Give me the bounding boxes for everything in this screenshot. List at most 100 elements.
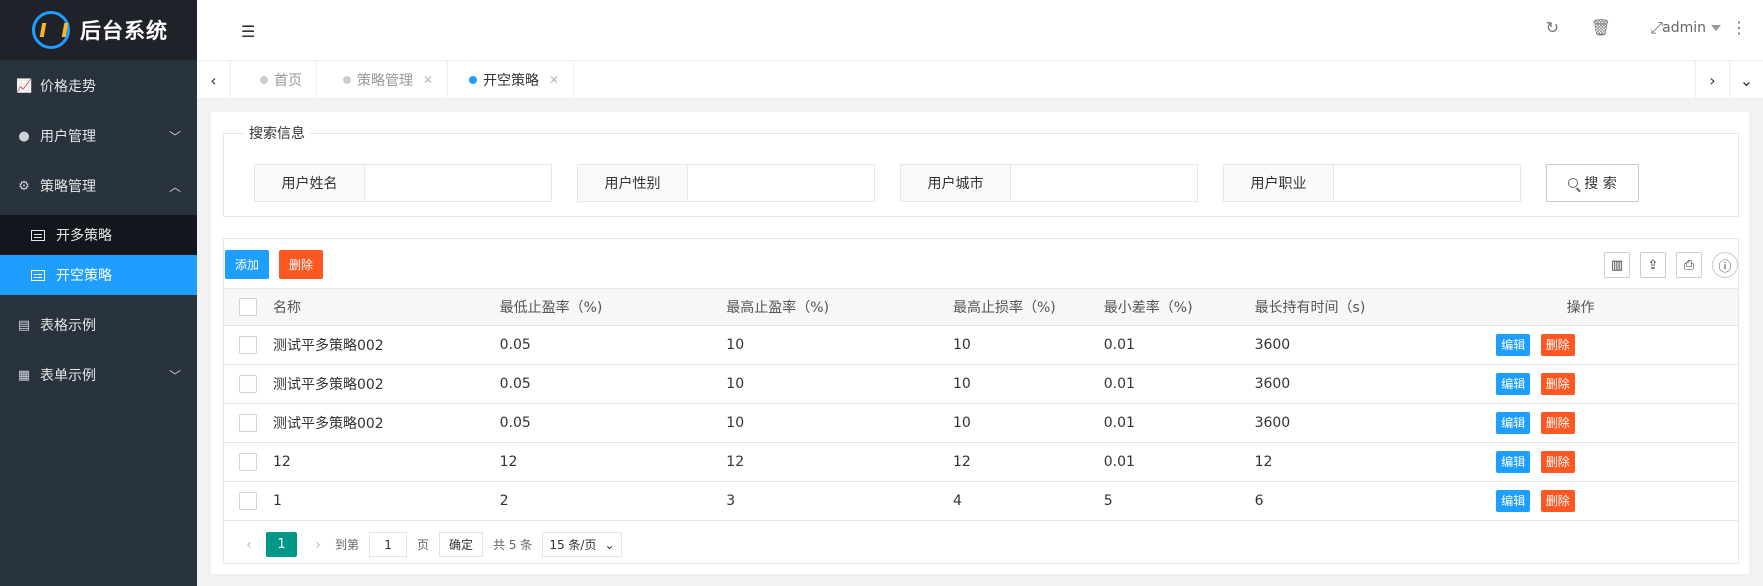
city-input[interactable]: [1011, 165, 1197, 201]
chevron-down-icon: ﹀: [168, 368, 181, 383]
row-delete-button[interactable]: 删除: [1540, 333, 1575, 356]
tab-scroll-right-icon[interactable]: ›: [1695, 61, 1729, 99]
columns-icon[interactable]: ▥: [1604, 252, 1630, 278]
search-icon: [1568, 178, 1579, 188]
close-icon[interactable]: ✕: [549, 73, 559, 87]
tab-strategy[interactable]: 策略管理 ✕: [329, 61, 449, 99]
cell: 3600: [1254, 325, 1482, 365]
sidebar-item-users[interactable]: ● 用户管理 ﹀: [0, 111, 197, 161]
dot-icon: [343, 76, 351, 84]
cell: 10: [952, 325, 1104, 365]
cell: 12: [1254, 442, 1482, 482]
field-label: 用户姓名: [255, 165, 365, 201]
cell: 0.01: [1103, 325, 1255, 365]
fullscreen-icon[interactable]: ⤢: [1650, 18, 1663, 38]
sidebar-item-label: 表格示例: [40, 318, 96, 334]
tab-dropdown-icon[interactable]: ⌄: [1729, 61, 1763, 99]
page-size-value: 15 条/页: [549, 538, 597, 552]
cell: 12: [952, 442, 1104, 482]
row-checkbox[interactable]: [239, 413, 257, 432]
row-delete-button[interactable]: 删除: [1540, 450, 1575, 473]
prev-page-icon[interactable]: ‹: [238, 537, 260, 553]
tab-short-strategy[interactable]: 开空策略 ✕: [455, 61, 575, 99]
table-row: 测试平多策略002 0.05 10 10 0.01 3600 编辑 删除: [224, 364, 1738, 404]
row-checkbox[interactable]: [239, 452, 257, 471]
trash-icon[interactable]: 🗑: [1591, 18, 1611, 37]
edit-button[interactable]: 编辑: [1496, 372, 1531, 395]
sidebar-item-form-example[interactable]: ▦ 表单示例 ﹀: [0, 350, 197, 400]
gender-field: 用户性别: [577, 164, 875, 202]
current-page[interactable]: 1: [266, 532, 297, 557]
sidebar-item-short-strategy[interactable]: 开空策略: [0, 255, 197, 295]
row-delete-button[interactable]: 删除: [1540, 372, 1575, 395]
sidebar-item-label: 开多策略: [56, 228, 112, 244]
column-header: 操作: [1481, 289, 1738, 326]
info-icon[interactable]: ⓘ: [1712, 252, 1738, 278]
sidebar-item-strategy[interactable]: ⚙ 策略管理 ︿: [0, 161, 197, 211]
job-input[interactable]: [1334, 165, 1520, 201]
goto-confirm-button[interactable]: 确定: [439, 532, 484, 557]
tab-home[interactable]: 首页: [246, 61, 317, 99]
chevron-down-icon: ⌄: [604, 537, 615, 552]
sidebar-item-price[interactable]: 📈 价格走势: [0, 61, 197, 111]
caret-down-icon: [1711, 25, 1721, 31]
row-delete-button[interactable]: 删除: [1540, 489, 1575, 512]
logo[interactable]: 后台系统: [0, 0, 197, 60]
goto-page-input[interactable]: 1: [369, 532, 408, 557]
search-legend: 搜索信息: [249, 126, 305, 142]
user-menu[interactable]: admin: [1662, 20, 1721, 36]
row-delete-button[interactable]: 删除: [1540, 411, 1575, 434]
cell: 10: [726, 325, 953, 365]
name-input[interactable]: [365, 165, 551, 201]
sidebar: 后台系统 📈 价格走势 ● 用户管理 ﹀ ⚙ 策略管理 ︿ 开多策略 开空策略 …: [0, 0, 197, 586]
cell: 0.01: [1103, 364, 1255, 404]
row-checkbox[interactable]: [239, 374, 257, 393]
chart-icon: 📈: [16, 78, 33, 94]
column-header: 最高止损率（%): [952, 289, 1104, 326]
cell: 1: [272, 481, 500, 521]
search-button[interactable]: 搜 索: [1546, 164, 1639, 202]
tab-scroll-left-icon[interactable]: ‹: [197, 61, 231, 99]
cell: 10: [726, 403, 953, 443]
sidebar-item-label: 策略管理: [40, 179, 96, 195]
close-icon[interactable]: ✕: [423, 73, 433, 87]
delete-button[interactable]: 删除: [279, 250, 324, 279]
dot-icon: [469, 76, 477, 84]
table-row: 测试平多策略002 0.05 10 10 0.01 3600 编辑 删除: [224, 325, 1738, 365]
gears-icon: ⚙: [18, 178, 30, 194]
more-vertical-icon[interactable]: ⋮: [1731, 18, 1747, 37]
name-field: 用户姓名: [254, 164, 552, 202]
city-field: 用户城市: [900, 164, 1198, 202]
gender-input[interactable]: [688, 165, 874, 201]
dot-icon: [260, 76, 268, 84]
sidebar-item-long-strategy[interactable]: 开多策略: [0, 215, 197, 255]
cell: 2: [499, 481, 727, 521]
sidebar-item-label: 价格走势: [40, 79, 96, 95]
refresh-icon[interactable]: ↻: [1546, 18, 1559, 37]
row-checkbox[interactable]: [239, 335, 257, 354]
data-table: 名称 最低止盈率（%) 最高止盈率（%) 最高止损率（%) 最小差率（%) 最长…: [224, 289, 1738, 521]
edit-button[interactable]: 编辑: [1496, 411, 1531, 434]
next-page-icon[interactable]: ›: [307, 537, 329, 553]
column-header: 名称: [272, 289, 500, 326]
table-row: 测试平多策略002 0.05 10 10 0.01 3600 编辑 删除: [224, 403, 1738, 443]
row-checkbox[interactable]: [239, 491, 257, 510]
data-table-panel: 添加 删除 ▥ ⇪ ⎙ ⓘ 名称 最低止盈率（%) 最高止盈率（%) 最高止损率…: [223, 238, 1739, 564]
cell: 6: [1254, 481, 1482, 521]
edit-button[interactable]: 编辑: [1496, 333, 1531, 356]
cell: 0.05: [499, 364, 727, 404]
top-header: ☰ ↻ 🗑 ⤢ admin ⋮: [197, 0, 1763, 61]
sidebar-item-table-example[interactable]: ▤ 表格示例: [0, 300, 197, 350]
menu-toggle-icon[interactable]: ☰: [241, 22, 255, 41]
cell: 5: [1103, 481, 1255, 521]
edit-button[interactable]: 编辑: [1496, 489, 1531, 512]
page-size-select[interactable]: 15 条/页 ⌄: [542, 532, 622, 557]
cell: 4: [952, 481, 1104, 521]
edit-button[interactable]: 编辑: [1496, 450, 1531, 473]
print-icon[interactable]: ⎙: [1676, 252, 1702, 278]
select-all-checkbox[interactable]: [239, 297, 257, 316]
file-icon: ▤: [17, 317, 31, 333]
add-button[interactable]: 添加: [225, 250, 270, 279]
export-icon[interactable]: ⇪: [1640, 252, 1666, 278]
table-header-row: 名称 最低止盈率（%) 最高止盈率（%) 最高止损率（%) 最小差率（%) 最长…: [224, 289, 1738, 326]
